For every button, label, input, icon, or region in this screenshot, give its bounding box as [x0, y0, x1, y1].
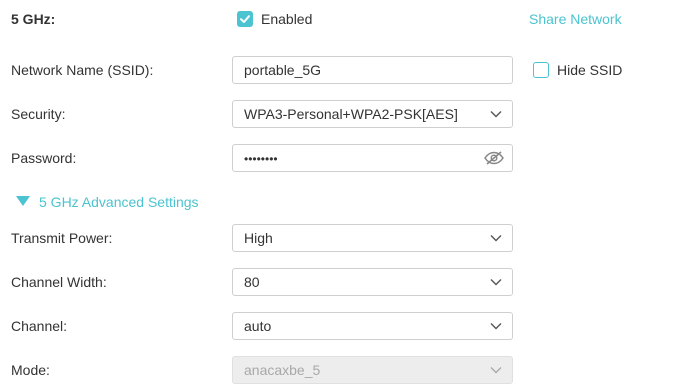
transmit-power-select[interactable]: High: [232, 224, 513, 252]
chevron-down-icon: [490, 323, 502, 330]
advanced-settings-label: 5 GHz Advanced Settings: [39, 194, 199, 210]
security-value: WPA3-Personal+WPA2-PSK[AES]: [244, 106, 458, 122]
channel-width-label: Channel Width:: [11, 274, 107, 290]
eye-off-icon[interactable]: [484, 151, 504, 165]
triangle-down-icon: [16, 196, 30, 206]
chevron-down-icon: [490, 279, 502, 286]
password-input[interactable]: ••••••••: [232, 144, 513, 172]
ssid-label: Network Name (SSID):: [11, 62, 154, 78]
hide-ssid-checkbox[interactable]: [533, 62, 549, 78]
ssid-input[interactable]: portable_5G: [232, 56, 513, 84]
channel-width-select[interactable]: 80: [232, 268, 513, 296]
mode-select: anacaxbe_5: [232, 356, 513, 384]
chevron-down-icon: [490, 235, 502, 242]
transmit-power-label: Transmit Power:: [11, 230, 113, 246]
password-label: Password:: [11, 150, 77, 166]
transmit-power-value: High: [244, 230, 273, 246]
chevron-down-icon: [490, 367, 502, 374]
band-label: 5 GHz:: [11, 11, 56, 27]
hide-ssid-label[interactable]: Hide SSID: [557, 62, 622, 78]
channel-select[interactable]: auto: [232, 312, 513, 340]
security-label: Security:: [11, 106, 66, 122]
chevron-down-icon: [490, 111, 502, 118]
password-value: ••••••••: [244, 152, 278, 166]
mode-label: Mode:: [11, 362, 50, 378]
ssid-value: portable_5G: [244, 62, 322, 78]
channel-value: auto: [244, 318, 272, 334]
check-icon: [240, 15, 250, 23]
channel-label: Channel:: [11, 318, 68, 334]
enabled-checkbox[interactable]: [237, 11, 253, 27]
channel-width-value: 80: [244, 274, 260, 290]
enabled-label[interactable]: Enabled: [261, 11, 312, 27]
share-network-link[interactable]: Share Network: [529, 11, 622, 27]
mode-value: anacaxbe_5: [244, 362, 321, 378]
security-select[interactable]: WPA3-Personal+WPA2-PSK[AES]: [232, 100, 513, 128]
